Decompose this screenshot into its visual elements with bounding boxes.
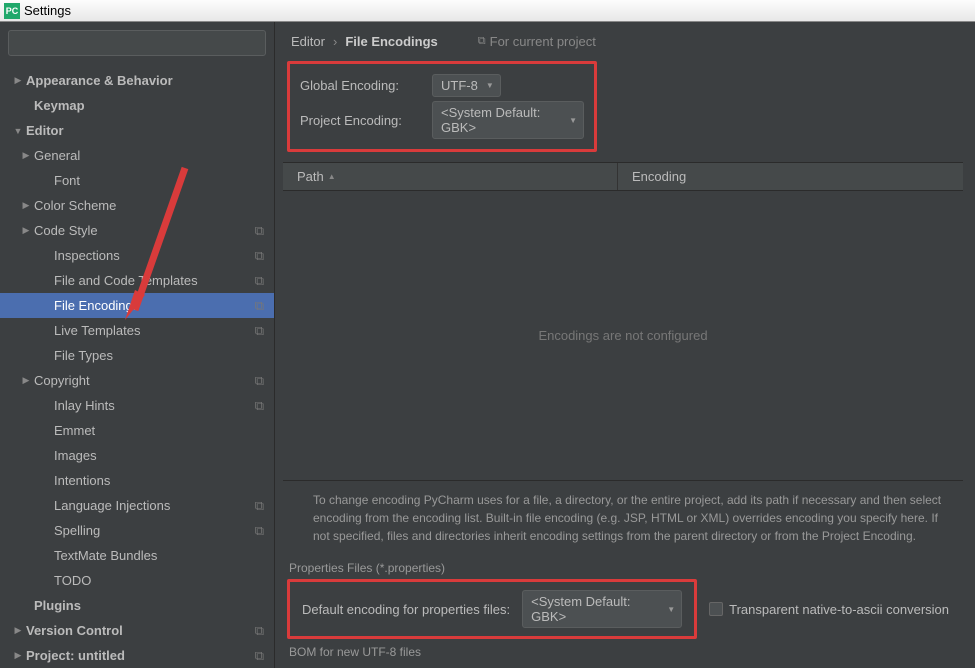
bom-section-label: BOM for new UTF-8 files <box>283 641 963 663</box>
sidebar-item-label: Intentions <box>54 473 110 488</box>
sidebar-item-todo[interactable]: TODO <box>0 568 274 593</box>
sidebar-item-label: File Encodings <box>54 298 139 313</box>
checkbox-icon <box>709 602 723 616</box>
sidebar-item-file-types[interactable]: File Types <box>0 343 274 368</box>
expander-icon: ▶ <box>20 150 32 161</box>
sidebar-item-label: File and Code Templates <box>54 273 198 288</box>
sidebar-item-label: Language Injections <box>54 498 170 513</box>
project-encoding-dropdown[interactable]: <System Default: GBK> <box>432 101 584 139</box>
sidebar-item-label: Inspections <box>54 248 120 263</box>
sidebar-item-file-and-code-templates[interactable]: File and Code Templates ⧉ <box>0 268 274 293</box>
sidebar-item-color-scheme[interactable]: ▶Color Scheme <box>0 193 274 218</box>
column-encoding[interactable]: Encoding <box>618 163 963 190</box>
project-scope-icon: ⧉ <box>255 398 264 414</box>
global-encoding-label: Global Encoding: <box>300 78 420 93</box>
expander-icon: ▶ <box>12 75 24 86</box>
global-encoding-dropdown[interactable]: UTF-8 <box>432 74 501 97</box>
sidebar-item-appearance-behavior[interactable]: ▶Appearance & Behavior <box>0 68 274 93</box>
sidebar-item-label: Copyright <box>34 373 90 388</box>
sidebar-item-images[interactable]: Images <box>0 443 274 468</box>
column-path[interactable]: Path ▲ <box>283 163 618 190</box>
sidebar-item-label: General <box>34 148 80 163</box>
sidebar-item-project-untitled[interactable]: ▶Project: untitled ⧉ <box>0 643 274 668</box>
sidebar-item-label: Editor <box>26 123 64 138</box>
settings-sidebar: ⌕ ▶Appearance & BehaviorKeymap▼Editor▶Ge… <box>0 22 275 668</box>
expander-icon: ▼ <box>12 126 24 136</box>
search-input[interactable] <box>8 30 266 56</box>
sidebar-item-inspections[interactable]: Inspections ⧉ <box>0 243 274 268</box>
expander-icon: ▶ <box>20 200 32 211</box>
window-title: Settings <box>24 3 71 18</box>
project-scope-icon: ⧉ <box>255 373 264 389</box>
properties-encoding-dropdown[interactable]: <System Default: GBK> <box>522 590 682 628</box>
copy-icon: ⧉ <box>478 35 486 48</box>
sidebar-item-label: Plugins <box>34 598 81 613</box>
project-scope-icon: ⧉ <box>255 248 264 264</box>
expander-icon: ▶ <box>12 650 24 661</box>
sidebar-item-plugins[interactable]: Plugins <box>0 593 274 618</box>
properties-highlight: Default encoding for properties files: <… <box>287 579 697 639</box>
encoding-table-header: Path ▲ Encoding <box>283 162 963 191</box>
encoding-highlight: Global Encoding: UTF-8 Project Encoding:… <box>287 61 597 152</box>
properties-encoding-label: Default encoding for properties files: <box>302 602 510 617</box>
sidebar-item-spelling[interactable]: Spelling ⧉ <box>0 518 274 543</box>
expander-icon: ▶ <box>20 375 32 386</box>
sidebar-item-general[interactable]: ▶General <box>0 143 274 168</box>
sidebar-item-label: TODO <box>54 573 91 588</box>
window-titlebar: PC Settings <box>0 0 975 22</box>
properties-section-label: Properties Files (*.properties) <box>283 557 963 579</box>
sidebar-item-label: Images <box>54 448 97 463</box>
sidebar-item-label: Appearance & Behavior <box>26 73 173 88</box>
encoding-table-body: Encodings are not configured <box>283 191 963 481</box>
sidebar-item-language-injections[interactable]: Language Injections ⧉ <box>0 493 274 518</box>
sidebar-item-copyright[interactable]: ▶Copyright ⧉ <box>0 368 274 393</box>
settings-content: Editor › File Encodings ⧉ For current pr… <box>275 22 975 668</box>
breadcrumb-current: File Encodings <box>345 34 437 49</box>
project-scope-badge: ⧉ For current project <box>478 34 596 49</box>
sidebar-item-label: Project: untitled <box>26 648 125 663</box>
sidebar-item-label: Inlay Hints <box>54 398 115 413</box>
breadcrumb: Editor › File Encodings <box>291 34 438 49</box>
sidebar-item-code-style[interactable]: ▶Code Style ⧉ <box>0 218 274 243</box>
sidebar-item-label: Keymap <box>34 98 85 113</box>
project-scope-icon: ⧉ <box>255 523 264 539</box>
breadcrumb-separator: › <box>333 34 337 49</box>
sidebar-item-file-encodings[interactable]: File Encodings ⧉ <box>0 293 274 318</box>
app-icon: PC <box>4 3 20 19</box>
project-scope-icon: ⧉ <box>255 498 264 514</box>
project-scope-icon: ⧉ <box>255 223 264 239</box>
settings-tree: ▶Appearance & BehaviorKeymap▼Editor▶Gene… <box>0 64 274 668</box>
empty-state-text: Encodings are not configured <box>538 328 707 343</box>
sidebar-item-version-control[interactable]: ▶Version Control ⧉ <box>0 618 274 643</box>
sidebar-item-label: File Types <box>54 348 113 363</box>
sidebar-item-keymap[interactable]: Keymap <box>0 93 274 118</box>
sidebar-item-label: Version Control <box>26 623 123 638</box>
sidebar-item-textmate-bundles[interactable]: TextMate Bundles <box>0 543 274 568</box>
project-scope-icon: ⧉ <box>255 623 264 639</box>
sidebar-item-label: Color Scheme <box>34 198 116 213</box>
sidebar-item-live-templates[interactable]: Live Templates ⧉ <box>0 318 274 343</box>
project-encoding-label: Project Encoding: <box>300 113 420 128</box>
sidebar-item-font[interactable]: Font <box>0 168 274 193</box>
sort-asc-icon: ▲ <box>328 172 336 181</box>
breadcrumb-parent[interactable]: Editor <box>291 34 325 49</box>
expander-icon: ▶ <box>12 625 24 636</box>
expander-icon: ▶ <box>20 225 32 236</box>
sidebar-item-editor[interactable]: ▼Editor <box>0 118 274 143</box>
sidebar-item-inlay-hints[interactable]: Inlay Hints ⧉ <box>0 393 274 418</box>
sidebar-item-intentions[interactable]: Intentions <box>0 468 274 493</box>
sidebar-item-label: Live Templates <box>54 323 140 338</box>
sidebar-item-label: TextMate Bundles <box>54 548 157 563</box>
sidebar-item-label: Code Style <box>34 223 98 238</box>
project-scope-icon: ⧉ <box>255 273 264 289</box>
encoding-hint: To change encoding PyCharm uses for a fi… <box>283 481 963 555</box>
sidebar-item-emmet[interactable]: Emmet <box>0 418 274 443</box>
project-scope-icon: ⧉ <box>255 648 264 664</box>
project-scope-icon: ⧉ <box>255 298 264 314</box>
sidebar-item-label: Spelling <box>54 523 100 538</box>
sidebar-item-label: Font <box>54 173 80 188</box>
transparent-ascii-checkbox[interactable]: Transparent native-to-ascii conversion <box>709 602 949 617</box>
project-scope-icon: ⧉ <box>255 323 264 339</box>
sidebar-item-label: Emmet <box>54 423 95 438</box>
